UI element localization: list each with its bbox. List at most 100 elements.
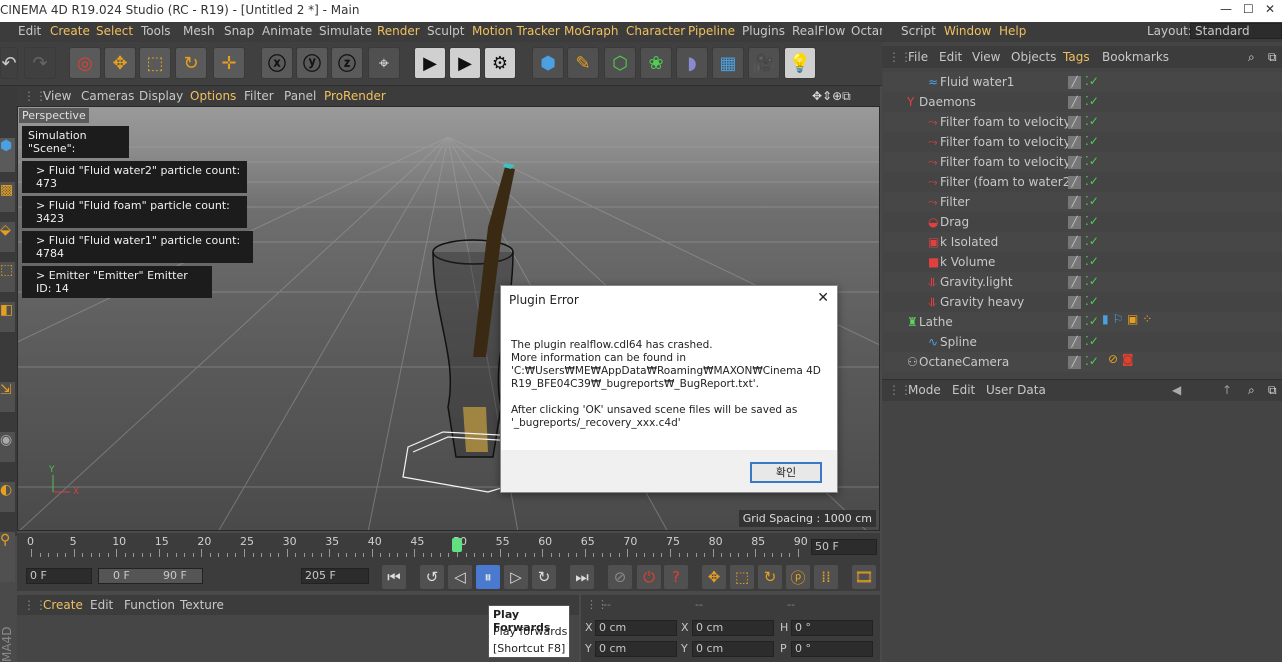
menu-mograph[interactable]: MoGraph: [564, 24, 619, 38]
object-row[interactable]: ■ k Volume ╱ ⁚✓: [883, 252, 1282, 272]
start-frame-field[interactable]: 0 F: [26, 568, 92, 584]
tag-icon[interactable]: ⊘: [1108, 352, 1118, 366]
visibility-toggle-icon[interactable]: ╱ ⁚✓: [1068, 154, 1102, 170]
key-rotation-icon[interactable]: ↻: [758, 565, 782, 589]
search-icon[interactable]: ⌕: [1248, 50, 1255, 65]
texture-mode-icon[interactable]: ▩: [0, 182, 15, 212]
ok-button[interactable]: 확인: [750, 462, 822, 483]
object-row[interactable]: ♜ Lathe ╱ ⁚✓: [883, 312, 1282, 332]
scale-icon[interactable]: ⬚: [139, 47, 171, 79]
menu-script[interactable]: Script: [901, 24, 936, 38]
snap-tool-icon[interactable]: ⚲: [0, 532, 15, 582]
dialog-close-icon[interactable]: ✕: [817, 290, 829, 306]
object-menu-bookmarks[interactable]: Bookmarks: [1102, 50, 1169, 64]
visibility-toggle-icon[interactable]: ╱ ⁚✓: [1068, 234, 1102, 250]
history-back-icon[interactable]: ◀: [1172, 383, 1181, 397]
timeline-ruler[interactable]: 051015202530354045505560657075808590 50 …: [17, 533, 880, 563]
cloner-icon[interactable]: ❀: [640, 47, 672, 79]
previous-frame-icon[interactable]: ◁: [448, 565, 472, 589]
visibility-toggle-icon[interactable]: ╱ ⁚✓: [1068, 314, 1102, 330]
object-row[interactable]: ⤳ Filter foam to velocity Y ╱ ⁚✓: [883, 152, 1282, 172]
visibility-toggle-icon[interactable]: ╱ ⁚✓: [1068, 294, 1102, 310]
key-position-icon[interactable]: ✥: [702, 565, 726, 589]
timeline-end-frame[interactable]: 50 F: [811, 539, 877, 555]
object-menu-edit[interactable]: Edit: [939, 50, 962, 64]
menu-mesh[interactable]: Mesh: [183, 24, 215, 38]
viewport-menu-display[interactable]: Display: [139, 89, 183, 103]
coord-size-y-field[interactable]: 0 cm: [692, 641, 774, 657]
menu-realflow[interactable]: RealFlow: [792, 24, 845, 38]
tweak-mode-icon[interactable]: ◉: [0, 432, 15, 462]
navigation-arrow-icon[interactable]: ↑: [1222, 383, 1232, 397]
object-menu-tags[interactable]: Tags: [1063, 50, 1090, 64]
coordinate-system-icon[interactable]: ⌖: [368, 47, 400, 79]
menu-plugins[interactable]: Plugins: [742, 24, 785, 38]
pen-icon[interactable]: ✎: [567, 47, 599, 79]
rotate-icon[interactable]: ↻: [175, 47, 207, 79]
cube-icon[interactable]: ⬢: [532, 47, 564, 79]
layout-select[interactable]: Standard: [1190, 23, 1282, 39]
viewport-menu-cameras[interactable]: Cameras: [81, 89, 134, 103]
model-mode-icon[interactable]: ⬢: [0, 138, 15, 172]
play-forwards-button[interactable]: ⏸: [476, 565, 500, 589]
menu-motion-tracker[interactable]: Motion Tracker: [472, 24, 560, 38]
points-mode-icon[interactable]: ⬙: [0, 222, 15, 252]
coord-p-field[interactable]: 0 °: [791, 641, 873, 657]
viewport-menu-prorender[interactable]: ProRender: [324, 89, 386, 103]
autokeying-icon[interactable]: ⏻: [637, 565, 661, 589]
visibility-toggle-icon[interactable]: ╱ ⁚✓: [1068, 214, 1102, 230]
visibility-toggle-icon[interactable]: ╱ ⁚✓: [1068, 254, 1102, 270]
move-icon[interactable]: ✥: [104, 47, 136, 79]
object-row[interactable]: ≈ Fluid water1 ╱ ⁚✓: [883, 72, 1282, 92]
viewport-menu-panel[interactable]: Panel: [284, 89, 316, 103]
menu-simulate[interactable]: Simulate: [319, 24, 372, 38]
key-pla-icon[interactable]: ⁞⁞: [814, 565, 838, 589]
attribute-menu-edit[interactable]: Edit: [952, 383, 975, 397]
visibility-toggle-icon[interactable]: ╱ ⁚✓: [1068, 334, 1102, 350]
object-row[interactable]: ▣ k Isolated ╱ ⁚✓: [883, 232, 1282, 252]
render-view-icon[interactable]: ▶: [414, 47, 446, 79]
tag-icon[interactable]: ◙: [1122, 352, 1134, 366]
menu-edit[interactable]: Edit: [18, 24, 41, 38]
subdivision-icon[interactable]: ⬡: [604, 47, 636, 79]
menu-sculpt[interactable]: Sculpt: [427, 24, 464, 38]
coord-h-field[interactable]: 0 °: [791, 620, 873, 636]
object-menu-objects[interactable]: Objects: [1011, 50, 1056, 64]
material-menu-create[interactable]: Create: [43, 598, 83, 612]
object-row[interactable]: ⤳ Filter (foam to water2 ╱ ⁚✓: [883, 172, 1282, 192]
object-row[interactable]: ⥥ Gravity heavy ╱ ⁚✓: [883, 292, 1282, 312]
redo-icon[interactable]: ↷: [24, 47, 56, 79]
viewport-menu-view[interactable]: View: [43, 89, 71, 103]
render-settings-icon[interactable]: ⚙: [484, 47, 516, 79]
menu-render[interactable]: Render: [377, 24, 420, 38]
y-axis-icon[interactable]: ⓨ: [296, 47, 328, 79]
floor-icon[interactable]: ▦: [712, 47, 744, 79]
visibility-toggle-icon[interactable]: ╱ ⁚✓: [1068, 94, 1102, 110]
coord-y-field[interactable]: 0 cm: [595, 641, 677, 657]
key-scale-icon[interactable]: ⬚: [730, 565, 754, 589]
attribute-search-icon[interactable]: ⌕: [1248, 383, 1255, 398]
deformer-icon[interactable]: ◗: [676, 47, 708, 79]
object-row[interactable]: ⤳ Filter foam to velocity.z ╱ ⁚✓: [883, 112, 1282, 132]
menu-snap[interactable]: Snap: [224, 24, 254, 38]
viewport-menu-filter[interactable]: Filter: [244, 89, 274, 103]
material-menu-texture[interactable]: Texture: [180, 598, 224, 612]
workplane-icon[interactable]: ◐: [0, 482, 15, 512]
tag-icon[interactable]: ⁘: [1142, 312, 1152, 326]
keyframe-selection-icon[interactable]: ?: [664, 565, 688, 589]
viewport-menu-options[interactable]: Options: [190, 89, 236, 103]
object-row[interactable]: ⤳ Filter foam to velocity.x ╱ ⁚✓: [883, 132, 1282, 152]
object-row[interactable]: ⥥ Gravity.light ╱ ⁚✓: [883, 272, 1282, 292]
panel-options-icon[interactable]: ⧉: [1268, 50, 1277, 65]
menu-animate[interactable]: Animate: [262, 24, 312, 38]
object-menu-view[interactable]: View: [972, 50, 1000, 64]
attribute-menu-mode[interactable]: Mode: [908, 383, 941, 397]
go-to-start-icon[interactable]: ⏮: [382, 565, 406, 589]
material-menu-function[interactable]: Function: [124, 598, 175, 612]
restore-icon[interactable]: ☐: [1243, 2, 1254, 16]
object-menu-file[interactable]: File: [908, 50, 928, 64]
close-window-icon[interactable]: ✕: [1265, 2, 1275, 16]
minimize-icon[interactable]: —: [1220, 2, 1232, 16]
light-icon[interactable]: 💡: [784, 47, 816, 79]
add-icon[interactable]: ✛: [213, 47, 245, 79]
